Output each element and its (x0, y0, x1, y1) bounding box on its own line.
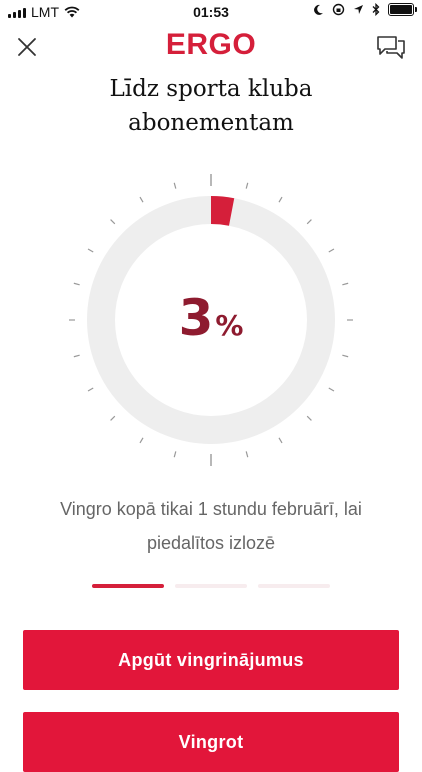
ring-tick (306, 415, 312, 421)
ring-tick (278, 437, 283, 444)
ring-tick (342, 354, 349, 358)
ring-tick (110, 219, 116, 225)
chat-button[interactable] (376, 34, 406, 62)
learn-exercises-button[interactable]: Apgūt vingrinājumus (23, 630, 399, 690)
battery-icon (388, 3, 417, 16)
progress-percent-sign: % (215, 309, 244, 342)
ring-tick (139, 437, 144, 444)
ring-tick (110, 415, 116, 421)
ring-tick (245, 451, 249, 458)
page-dot-2[interactable] (175, 584, 247, 588)
ring-tick (245, 182, 249, 189)
progress-percent: 3% (0, 289, 422, 347)
exercise-button[interactable]: Vingrot (23, 712, 399, 772)
goal-message: Vingro kopā tikai 1 stundu februārī, lai… (60, 499, 362, 553)
orientation-lock-icon (332, 3, 345, 16)
goal-title: Līdz sporta kluba abonementam (109, 76, 313, 136)
ring-tick (173, 182, 177, 189)
ring-progress (210, 196, 235, 226)
ring-tick (73, 282, 80, 286)
ring-tick (306, 219, 312, 225)
chat-bubbles-icon (377, 36, 405, 59)
ring-tick (328, 387, 335, 392)
ring-tick (328, 248, 335, 253)
status-right (313, 3, 417, 16)
bluetooth-icon (372, 3, 380, 16)
page-indicator (92, 584, 330, 588)
ring-tick (342, 282, 349, 286)
ring-tick (87, 248, 94, 253)
page-dot-1[interactable] (92, 584, 164, 588)
page-dot-3[interactable] (258, 584, 330, 588)
location-icon (354, 5, 363, 14)
ring-tick (87, 387, 94, 392)
progress-percent-value: 3 (178, 289, 214, 347)
ring-tick (139, 196, 144, 203)
status-bar: LMT 01:53 (0, 0, 422, 24)
moon-icon (314, 4, 323, 15)
ergo-logo: ERGO (165, 28, 257, 61)
ring-tick (173, 451, 177, 458)
ring-tick (73, 354, 80, 358)
ring-tick (278, 196, 283, 203)
